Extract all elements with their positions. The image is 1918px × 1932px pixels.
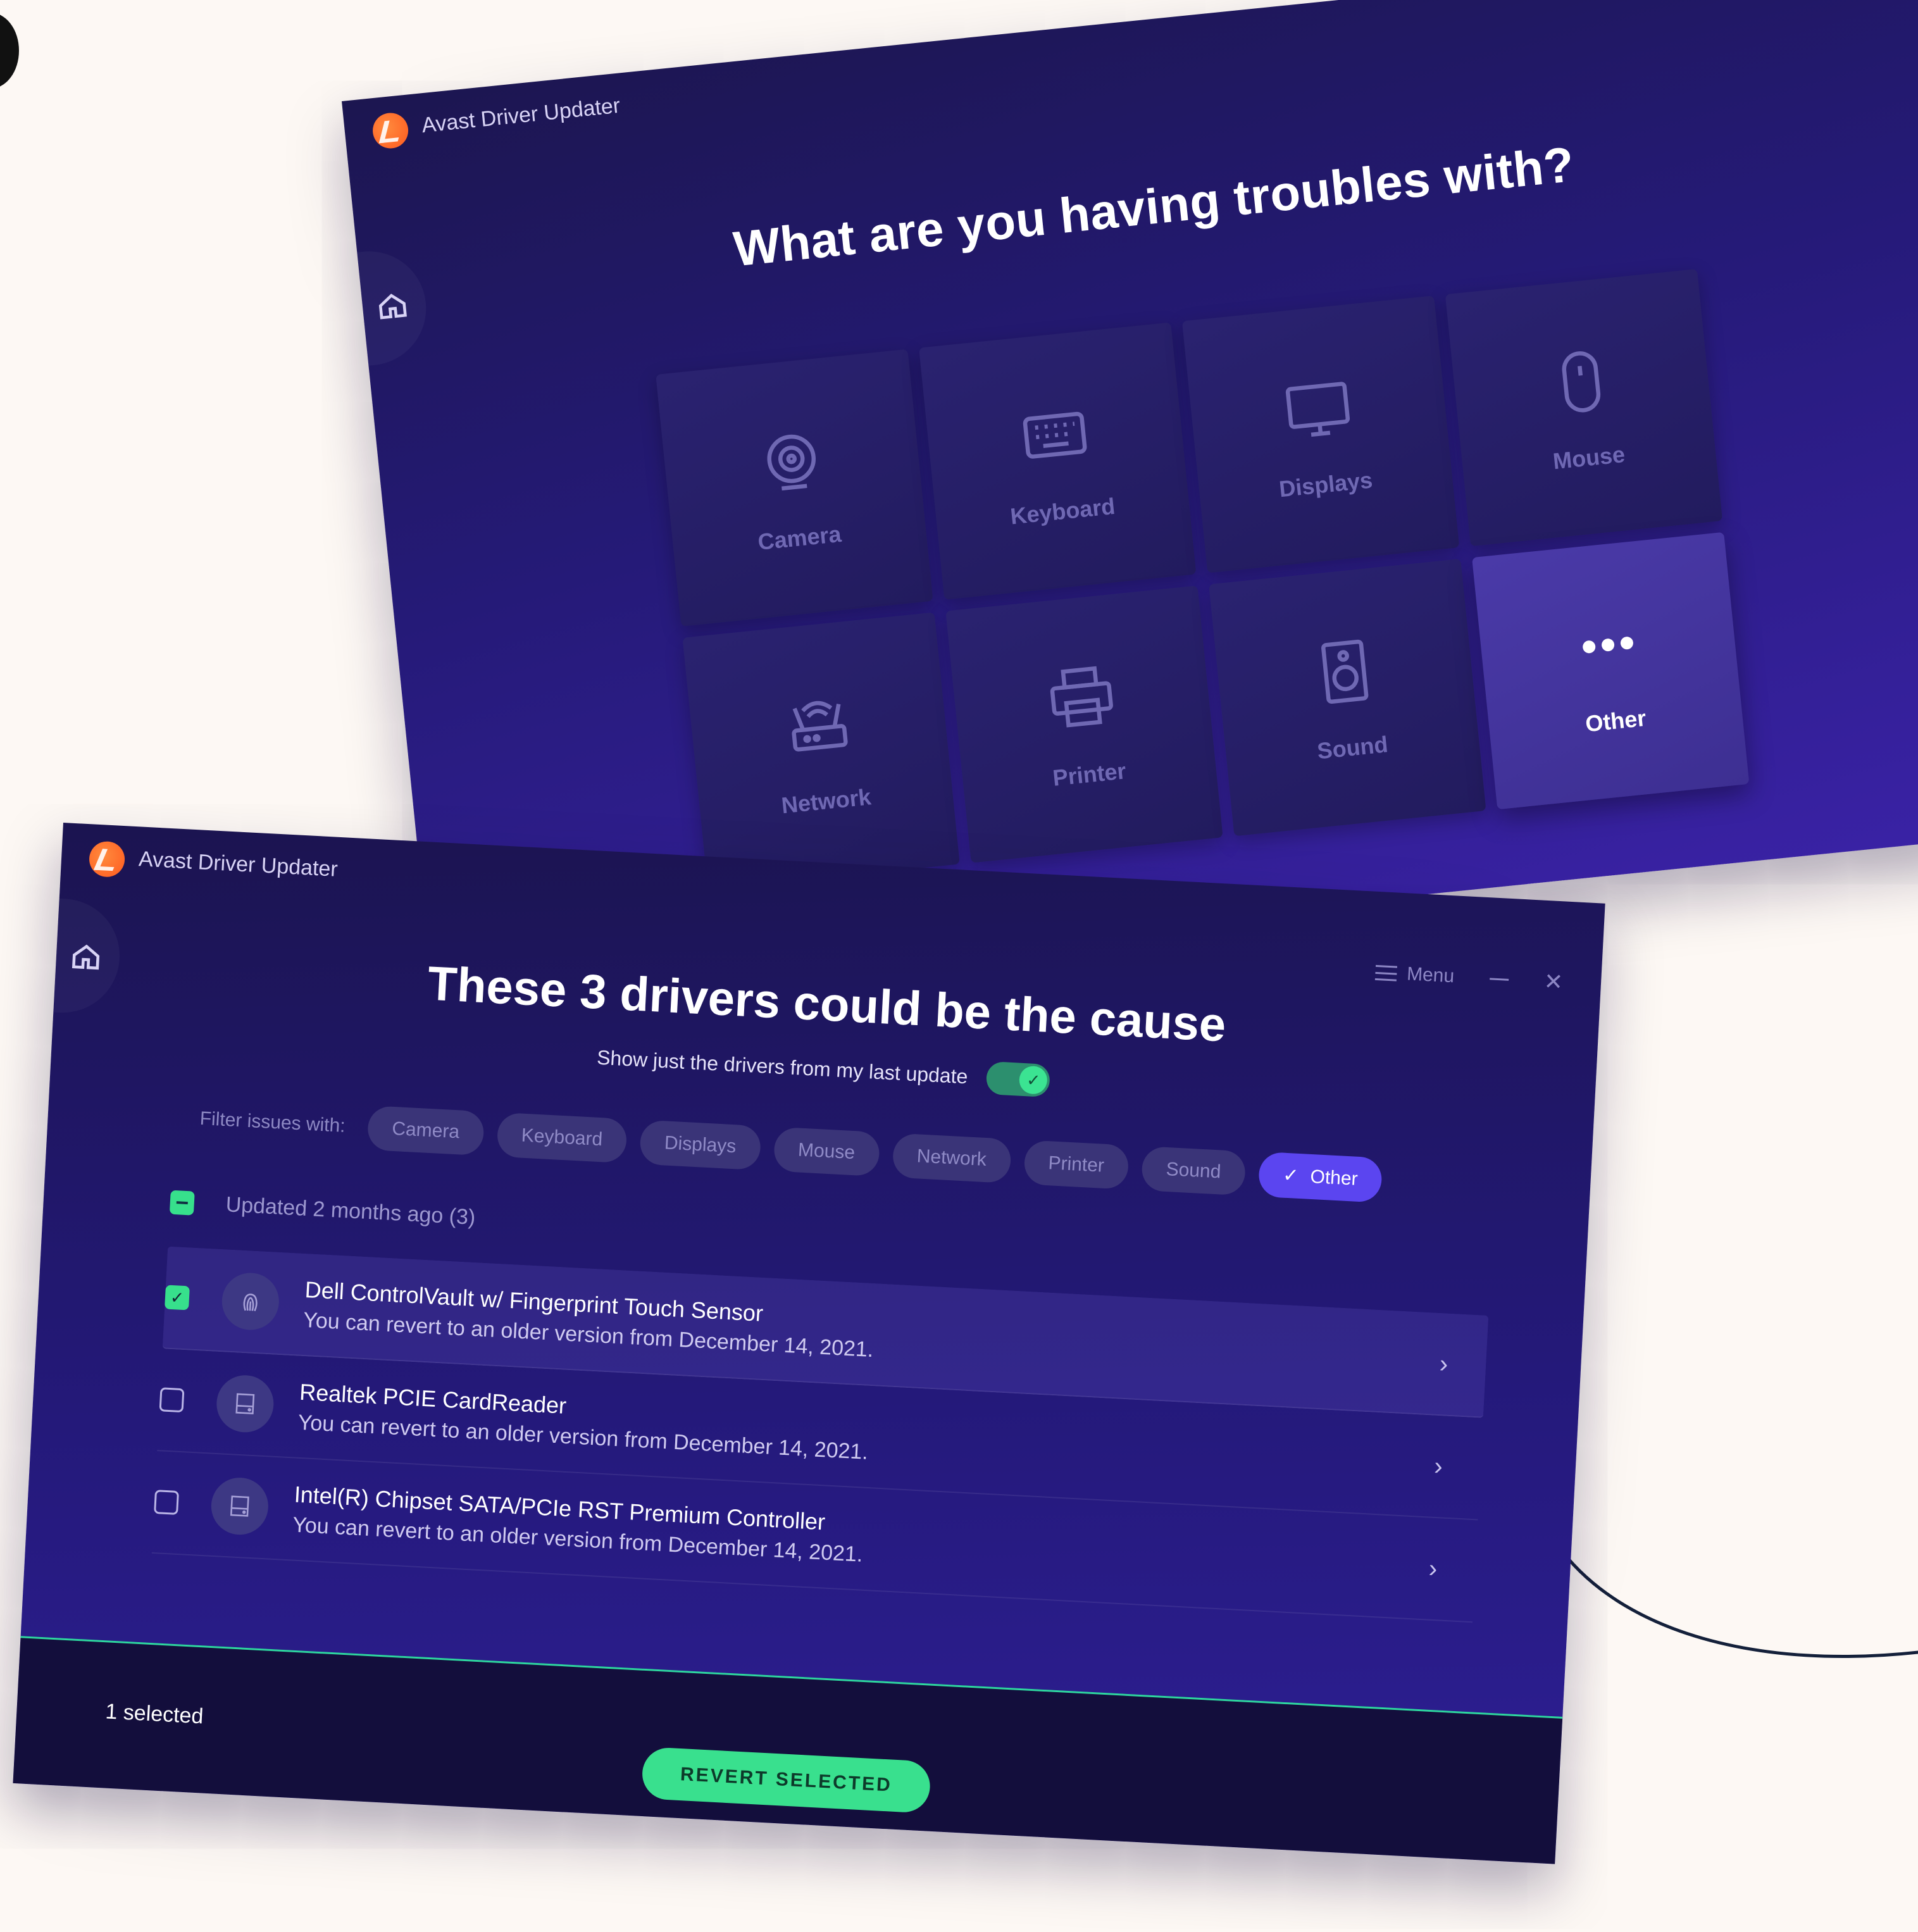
category-label: Keyboard <box>1009 492 1116 530</box>
category-tile-printer[interactable]: Printer <box>945 585 1223 863</box>
app-title: Avast Driver Updater <box>138 847 339 882</box>
camera-icon <box>767 434 816 491</box>
category-tile-displays[interactable]: Displays <box>1181 296 1460 573</box>
menu-label: Menu <box>1406 963 1455 987</box>
driver-checkbox[interactable] <box>154 1490 179 1515</box>
drivers-window: Avast Driver Updater Menu ✕ These 3 driv… <box>13 823 1605 1864</box>
troubles-window: Avast Driver Updater Menu ✕ What are you… <box>342 0 1918 995</box>
category-label: Other <box>1584 704 1648 737</box>
filter-chip-displays[interactable]: Displays <box>639 1119 762 1170</box>
hamburger-icon <box>1374 964 1397 982</box>
driver-checkbox[interactable]: ✓ <box>165 1285 190 1311</box>
drive-icon <box>209 1476 270 1536</box>
category-tile-camera[interactable]: Camera <box>656 349 933 627</box>
drive-icon <box>215 1374 275 1434</box>
printer-icon <box>1050 666 1113 728</box>
avast-logo-icon <box>88 840 126 878</box>
revert-selected-button[interactable]: REVERT SELECTED <box>641 1747 931 1814</box>
filter-chip-camera[interactable]: Camera <box>366 1105 485 1156</box>
category-label: Network <box>780 783 873 819</box>
router-icon <box>792 701 848 752</box>
filter-chip-network[interactable]: Network <box>892 1132 1012 1183</box>
close-button[interactable]: ✕ <box>1543 968 1564 995</box>
minimize-button[interactable] <box>1489 977 1509 981</box>
group-label: Updated 2 months ago (3) <box>225 1192 476 1230</box>
app-title: Avast Driver Updater <box>420 93 621 138</box>
category-tile-mouse[interactable]: Mouse <box>1445 268 1723 547</box>
fingerprint-icon <box>220 1271 281 1331</box>
filter-chip-label: Other <box>1309 1166 1359 1190</box>
category-label: Mouse <box>1552 441 1626 475</box>
category-grid: Camera Keyboard Displays Mouse Network P… <box>656 268 1750 890</box>
driver-group-header: Updated 2 months ago (3) <box>169 1190 476 1230</box>
driver-list: ✓ Dell ControlVault w/ Fingerprint Touch… <box>151 1246 1489 1623</box>
driver-info: Realtek PCIE CardReader You can revert t… <box>297 1378 871 1464</box>
category-tile-keyboard[interactable]: Keyboard <box>919 322 1197 600</box>
category-label: Displays <box>1278 466 1374 502</box>
speaker-icon <box>1321 639 1369 704</box>
menu-button[interactable]: Menu <box>1705 0 1786 1</box>
last-update-toggle[interactable]: ✓ <box>986 1061 1051 1098</box>
selected-count: 1 selected <box>104 1699 204 1729</box>
filter-chip-keyboard[interactable]: Keyboard <box>496 1112 628 1163</box>
window-controls: Menu ✕ <box>1374 961 1564 995</box>
category-label: Sound <box>1316 731 1390 764</box>
category-label: Camera <box>756 520 843 555</box>
filter-chip-other[interactable]: ✓ Other <box>1257 1151 1383 1203</box>
filter-label: Filter issues with: <box>199 1107 346 1137</box>
category-tile-other[interactable]: Other <box>1472 532 1750 810</box>
keyboard-icon <box>1023 411 1087 459</box>
checkmark-icon: ✓ <box>1282 1164 1300 1187</box>
filter-chip-printer[interactable]: Printer <box>1023 1139 1130 1190</box>
more-dots-icon <box>1583 637 1633 654</box>
menu-button[interactable]: Menu <box>1374 962 1455 987</box>
filter-bar: Filter issues with: Camera Keyboard Disp… <box>199 1096 1383 1203</box>
category-tile-sound[interactable]: Sound <box>1209 559 1486 837</box>
checkmark-icon: ✓ <box>1019 1065 1049 1095</box>
driver-info: Intel(R) Chipset SATA/PCIe RST Premium C… <box>292 1481 865 1567</box>
filter-chip-mouse[interactable]: Mouse <box>773 1126 880 1176</box>
chevron-right-icon[interactable]: › <box>1433 1452 1443 1481</box>
driver-info: Dell ControlVault w/ Fingerprint Touch S… <box>302 1276 876 1362</box>
window-controls: Menu ✕ <box>1705 0 1894 2</box>
category-label: Printer <box>1051 757 1128 791</box>
avast-logo-icon <box>371 111 410 151</box>
group-select-checkbox[interactable] <box>169 1190 195 1216</box>
chevron-right-icon[interactable]: › <box>1439 1350 1449 1379</box>
display-icon <box>1285 382 1350 437</box>
chevron-right-icon[interactable]: › <box>1428 1554 1438 1583</box>
category-tile-network[interactable]: Network <box>682 612 960 890</box>
toggle-label: Show just the drivers from my last updat… <box>596 1045 969 1088</box>
mouse-icon <box>1562 351 1601 413</box>
filter-chip-sound[interactable]: Sound <box>1140 1145 1247 1195</box>
driver-checkbox[interactable] <box>159 1387 185 1413</box>
